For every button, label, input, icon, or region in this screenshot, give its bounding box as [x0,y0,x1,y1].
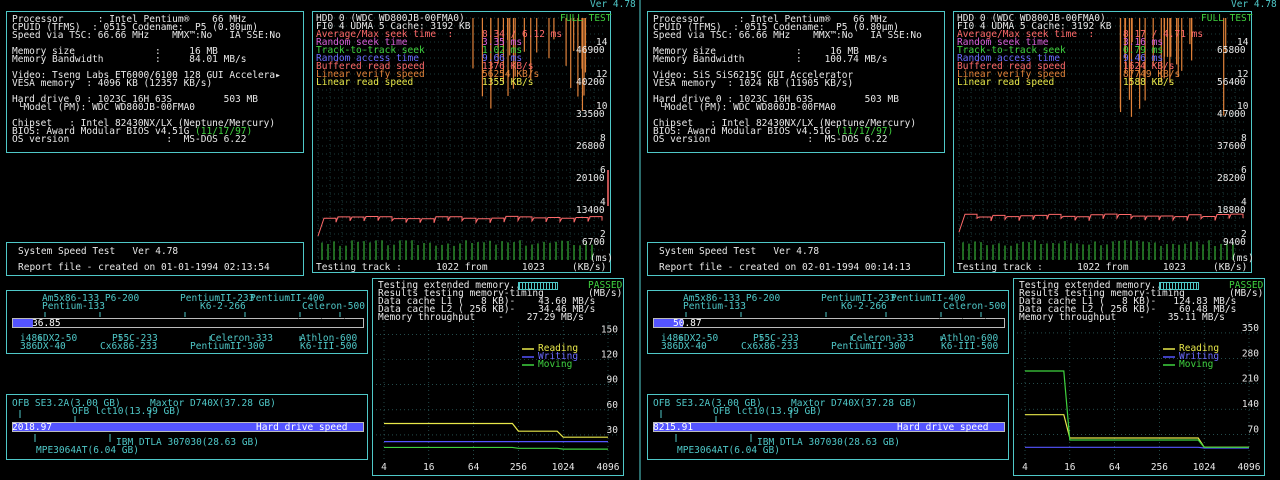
mem-x-tick: 16 [1064,462,1076,473]
benchmark-screen: Ver 4.78 Processor : Intel Pentium® 66 M… [0,0,639,480]
mem-x-tick: 4 [1022,462,1028,473]
mem-x-tick: 64 [468,462,480,473]
mem-x-tick: 1024 [1193,462,1216,473]
mem-series-reading [1025,414,1249,448]
mem-x-tick: 1024 [552,462,575,473]
mem-y-tick: 70 [1248,425,1260,436]
mem-y-tick: 60 [607,400,619,411]
mem-y-tick: 90 [607,375,619,386]
mem-x-tick: 16 [423,462,435,473]
mem-y-tick: 140 [1242,399,1259,410]
mem-x-tick: 4096 [1238,462,1261,473]
memory-timing-chart: 350 280 210 140 70 4 16 64 256 1024 4096 [1017,322,1261,473]
legend-moving: Moving [1179,359,1214,370]
mem-y-tick: 150 [601,325,618,336]
mem-y-tick: 30 [607,425,619,436]
mem-x-tick: 256 [510,462,527,473]
mem-y-tick: 210 [1242,374,1259,385]
mem-y-tick: 120 [601,350,618,361]
memory-timing-chart: 150 120 90 60 30 4 16 64 256 1024 4096 [376,322,620,473]
memory-throughput-line: Memory throughput - 35.11 MB/s [1019,312,1225,323]
mem-x-tick: 64 [1109,462,1121,473]
mem-y-tick: 350 [1242,323,1259,334]
mem-x-tick: 256 [1151,462,1168,473]
mem-series-moving [384,446,608,450]
memory-throughput-line: Memory throughput - 27.29 MB/s [378,312,584,323]
mem-x-tick: 4 [381,462,387,473]
legend-moving: Moving [538,359,573,370]
benchmark-screen: Ver 4.78 Processor : Intel Pentium® 66 M… [641,0,1280,480]
mem-x-tick: 4096 [597,462,620,473]
mem-y-tick: 280 [1242,348,1259,359]
